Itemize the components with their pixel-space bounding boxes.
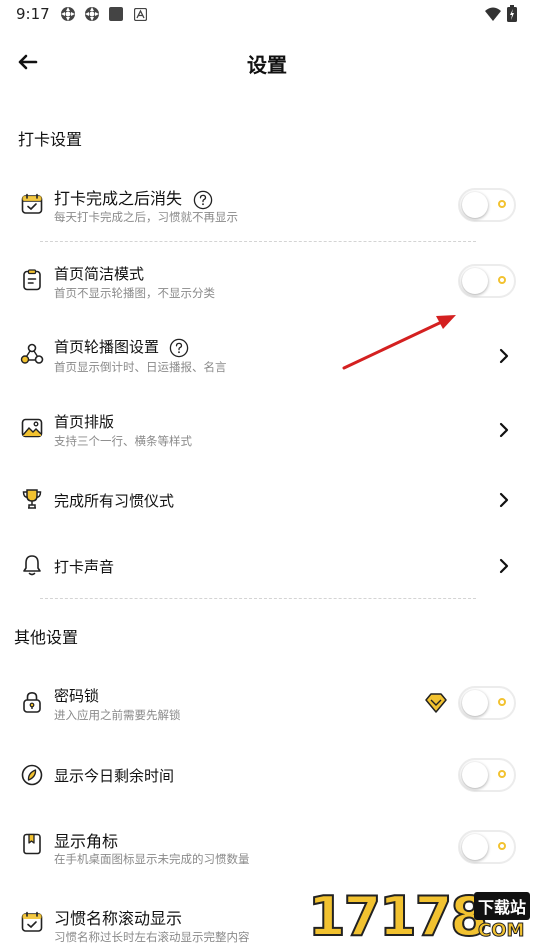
toggle-simple-mode[interactable] bbox=[458, 264, 516, 298]
toggle-badge[interactable] bbox=[458, 830, 516, 864]
setting-label-remaining-time: 显示今日剩余时间 bbox=[54, 767, 175, 785]
divider bbox=[40, 598, 476, 599]
status-bar: 9:17 bbox=[0, 0, 534, 30]
app-notification-icon bbox=[134, 8, 147, 21]
bookmark-icon bbox=[23, 833, 41, 855]
setting-label-layout: 首页排版 bbox=[54, 413, 115, 431]
setting-sub-layout: 支持三个一行、横条等样式 bbox=[54, 434, 192, 448]
calendar-check-icon bbox=[21, 911, 43, 932]
setting-row-lock[interactable]: 密码锁 进入应用之前需要先解锁 bbox=[0, 676, 534, 732]
watermark-logo: 17178 下载站 COM bbox=[307, 884, 534, 950]
lock-icon bbox=[23, 691, 41, 713]
help-icon[interactable] bbox=[193, 190, 213, 210]
section-title-checkin: 打卡设置 bbox=[18, 130, 83, 149]
toggle-off-dot bbox=[498, 842, 506, 850]
clipboard-icon bbox=[23, 269, 41, 291]
toggle-off-dot bbox=[498, 276, 506, 284]
compass-icon bbox=[21, 764, 43, 786]
setting-label-simple-mode: 首页简洁模式 bbox=[54, 265, 145, 283]
page-title: 设置 bbox=[247, 53, 287, 77]
watermark-site: 下载站 bbox=[474, 892, 531, 920]
toggle-knob bbox=[462, 268, 488, 294]
toggle-lock[interactable] bbox=[458, 686, 516, 720]
setting-sub-badge: 在手机桌面图标显示未完成的习惯数量 bbox=[54, 852, 250, 866]
setting-row-sound[interactable]: 打卡声音 bbox=[0, 544, 534, 588]
calendar-check-icon bbox=[21, 193, 43, 214]
toggle-knob bbox=[462, 690, 488, 716]
sync-icon bbox=[85, 7, 99, 21]
help-icon[interactable] bbox=[169, 338, 189, 358]
battery-icon bbox=[507, 5, 517, 22]
setting-label-sound: 打卡声音 bbox=[54, 558, 115, 576]
bell-icon bbox=[23, 555, 41, 576]
setting-sub-scroll-name: 习惯名称过长时左右滚动显示完整内容 bbox=[54, 930, 250, 944]
section-title-other: 其他设置 bbox=[14, 628, 79, 647]
setting-row-badge[interactable]: 显示角标 在手机桌面图标显示未完成的习惯数量 bbox=[0, 818, 534, 874]
toggle-remaining-time[interactable] bbox=[458, 758, 516, 792]
setting-sub-carousel: 首页显示倒计时、日运播报、名言 bbox=[54, 360, 227, 374]
setting-label-carousel: 首页轮播图设置 bbox=[54, 338, 160, 356]
setting-row-remaining-time[interactable]: 显示今日剩余时间 bbox=[0, 752, 534, 798]
watermark-number: 17178 bbox=[307, 885, 489, 949]
setting-row-ritual[interactable]: 完成所有习惯仪式 bbox=[0, 478, 534, 522]
app-header: 设置 bbox=[0, 40, 534, 84]
square-app-icon bbox=[109, 7, 123, 21]
setting-row-simple-mode[interactable]: 首页简洁模式 首页不显示轮播图，不显示分类 bbox=[0, 256, 534, 312]
divider bbox=[40, 241, 476, 242]
trophy-icon bbox=[22, 489, 42, 509]
toggle-knob bbox=[462, 192, 488, 218]
image-icon bbox=[21, 418, 43, 438]
setting-row-disappear[interactable]: 打卡完成之后消失 每天打卡完成之后，习惯就不再显示 bbox=[0, 178, 534, 238]
toggle-knob bbox=[462, 834, 488, 860]
setting-row-carousel[interactable]: 首页轮播图设置 首页显示倒计时、日运播报、名言 bbox=[0, 330, 534, 386]
setting-sub-lock: 进入应用之前需要先解锁 bbox=[54, 708, 181, 722]
toggle-off-dot bbox=[498, 770, 506, 778]
setting-label-disappear: 打卡完成之后消失 bbox=[54, 189, 183, 208]
carousel-nodes-icon bbox=[20, 343, 44, 364]
setting-sub-disappear: 每天打卡完成之后，习惯就不再显示 bbox=[54, 210, 238, 224]
chevron-right-icon[interactable] bbox=[494, 490, 514, 510]
toggle-off-dot bbox=[498, 200, 506, 208]
vip-diamond-icon[interactable] bbox=[424, 692, 448, 714]
toggle-knob bbox=[462, 762, 488, 788]
wifi-icon bbox=[485, 7, 501, 21]
status-time: 9:17 bbox=[16, 5, 50, 23]
setting-sub-simple-mode: 首页不显示轮播图，不显示分类 bbox=[54, 286, 215, 300]
setting-label-scroll-name: 习惯名称滚动显示 bbox=[54, 909, 183, 928]
setting-label-badge: 显示角标 bbox=[54, 832, 119, 851]
chevron-right-icon[interactable] bbox=[494, 346, 514, 366]
toggle-disappear[interactable] bbox=[458, 188, 516, 222]
chevron-right-icon[interactable] bbox=[494, 556, 514, 576]
chevron-right-icon[interactable] bbox=[494, 420, 514, 440]
sync-icon bbox=[61, 7, 75, 21]
setting-label-lock: 密码锁 bbox=[54, 687, 100, 705]
watermark-domain: COM bbox=[477, 920, 525, 942]
setting-row-layout[interactable]: 首页排版 支持三个一行、横条等样式 bbox=[0, 404, 534, 460]
toggle-off-dot bbox=[498, 698, 506, 706]
setting-label-ritual: 完成所有习惯仪式 bbox=[54, 492, 175, 510]
